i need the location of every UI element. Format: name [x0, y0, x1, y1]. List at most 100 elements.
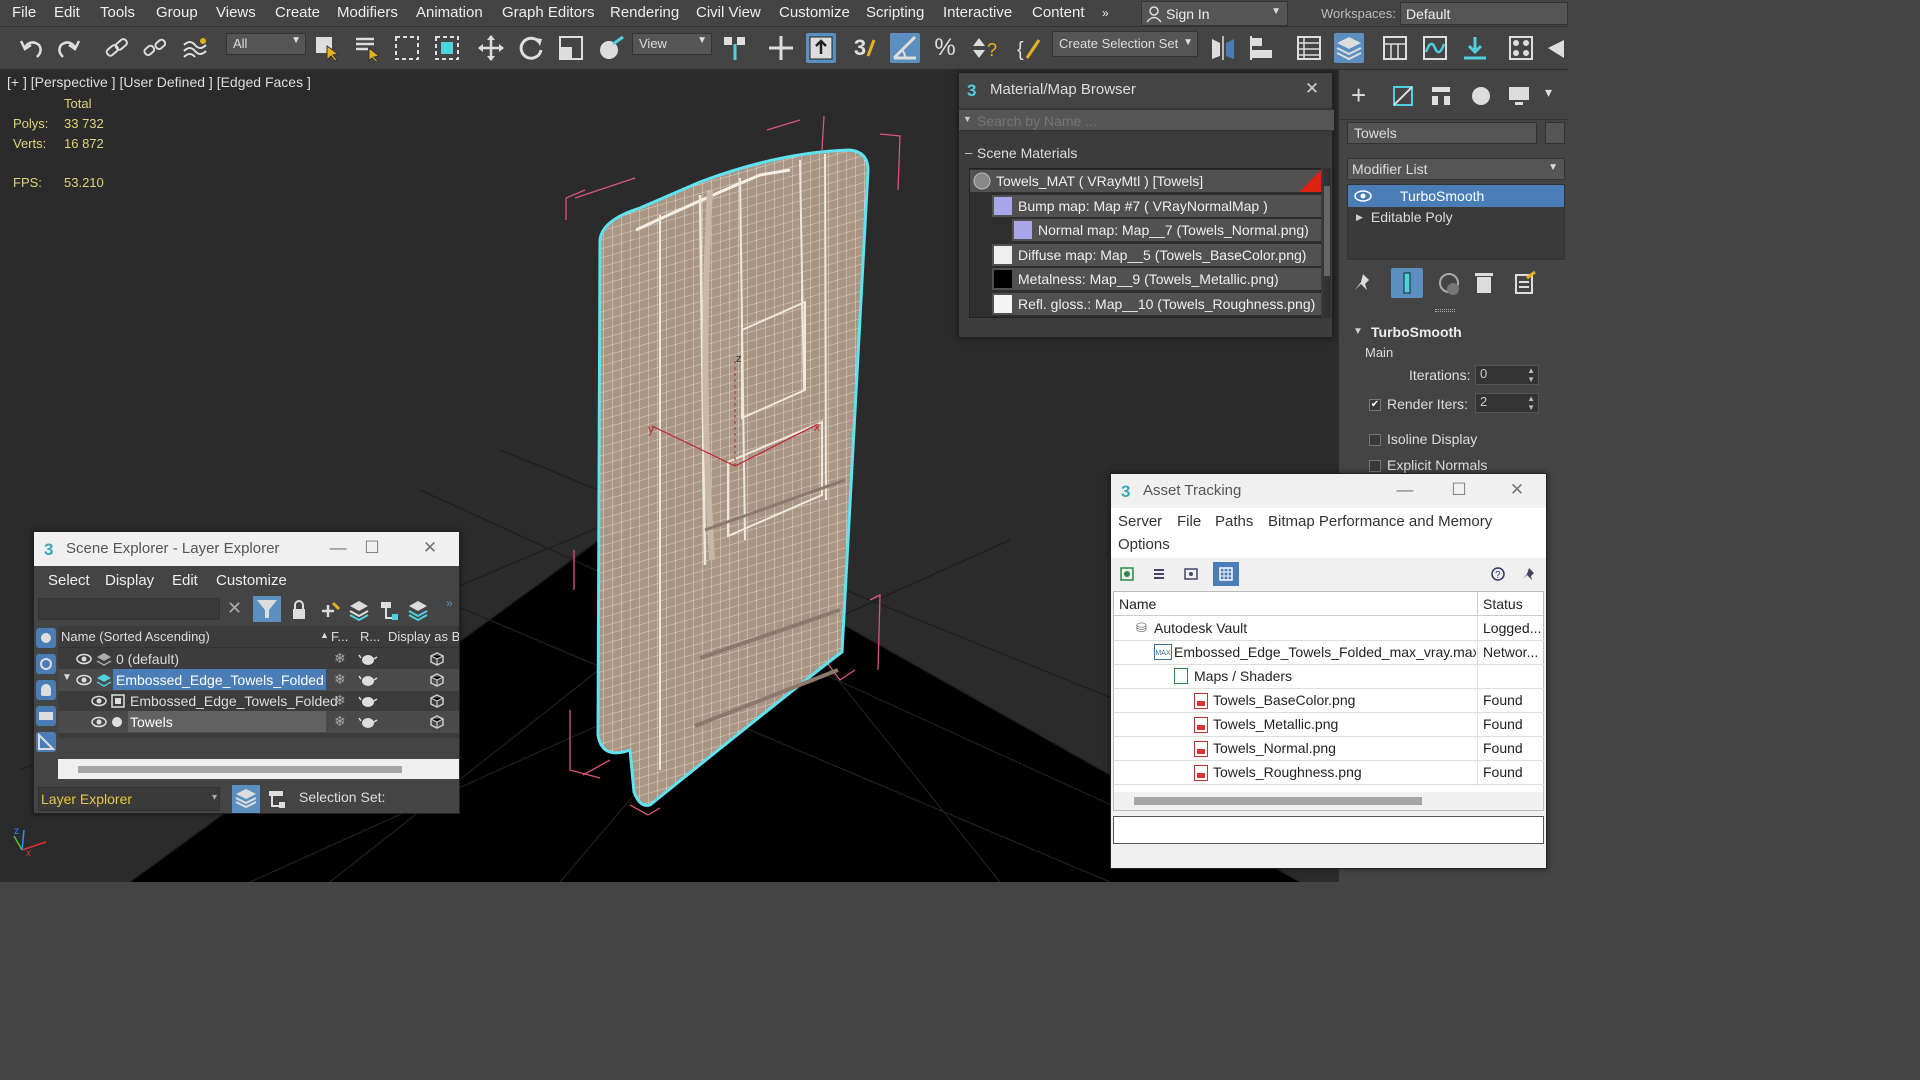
menu-create[interactable]: Create [275, 4, 320, 21]
add-to-layer-icon[interactable] [348, 599, 370, 621]
material-row-towels-mat[interactable]: Towels_MAT ( VRayMtl ) [Towels] [970, 170, 1321, 192]
toggle-layer-explorer-button[interactable] [1334, 33, 1364, 63]
list-view-icon[interactable] [1151, 566, 1167, 582]
scene-explorer-hscrollbar[interactable] [58, 759, 459, 779]
configure-modifier-sets-icon[interactable] [1513, 270, 1537, 296]
at-menu-options[interactable]: Options [1118, 536, 1170, 553]
asset-row-roughness[interactable]: Towels_Roughness.png Found [1114, 761, 1544, 785]
display-geometry-icon[interactable] [36, 628, 56, 648]
snaps-toggle[interactable]: 3 [850, 33, 880, 63]
asset-row-vault[interactable]: ⛁ Autodesk Vault Logged... [1114, 617, 1544, 641]
keyboard-shortcut-toggle[interactable] [806, 33, 836, 63]
display-box-icon[interactable] [429, 672, 445, 688]
curve-editor-button[interactable] [1420, 33, 1450, 63]
menu-edit[interactable]: Edit [54, 4, 80, 21]
menu-overflow[interactable]: » [1102, 6, 1109, 20]
material-search-bar[interactable]: ▼ [959, 109, 1334, 131]
render-iters-checkbox[interactable]: ✔ Render Iters: [1369, 396, 1468, 412]
close-icon[interactable]: ✕ [1502, 480, 1532, 502]
expand-arrow-icon[interactable]: ▼ [62, 672, 72, 683]
make-current-layer-icon[interactable] [378, 599, 400, 621]
map-row-normal[interactable]: Normal map: Map__7 (Towels_Normal.png) [1012, 219, 1321, 241]
freeze-snowflake-icon[interactable]: ❄ [334, 671, 346, 688]
eye-icon[interactable] [91, 695, 107, 707]
stack-item-turbosmooth[interactable]: TurboSmooth [1348, 185, 1564, 207]
clear-search-icon[interactable]: ✕ [227, 598, 242, 619]
menu-tools[interactable]: Tools [100, 4, 135, 21]
pin-stack-icon[interactable] [1353, 272, 1373, 294]
asset-col-name[interactable]: Name [1119, 596, 1156, 612]
asset-tracking-titlebar[interactable]: 3 Asset Tracking — ☐ ✕ [1111, 474, 1546, 508]
render-iters-spinner[interactable]: 2 ▲ ▼ [1475, 393, 1539, 413]
rotate-button[interactable] [516, 33, 546, 63]
material-list-scrollbar[interactable] [1323, 168, 1331, 318]
object-name-field[interactable]: Towels [1347, 122, 1537, 144]
se-menu-select[interactable]: Select [48, 572, 90, 589]
column-render-header[interactable]: R... [360, 629, 380, 644]
se-menu-customize[interactable]: Customize [216, 572, 287, 589]
menu-modifiers[interactable]: Modifiers [337, 4, 398, 21]
explorer-type-dropdown[interactable]: Layer Explorer ▾ [38, 787, 220, 811]
close-icon[interactable]: ✕ [1297, 79, 1327, 101]
asset-row-metallic[interactable]: Towels_Metallic.png Found [1114, 713, 1544, 737]
render-setup-button[interactable] [1544, 33, 1568, 63]
map-row-diffuse[interactable]: Diffuse map: Map__5 (Towels_BaseColor.pn… [992, 244, 1321, 266]
spinner-arrows-icon[interactable]: ▲ ▼ [1527, 366, 1535, 384]
redo-button[interactable] [54, 33, 84, 63]
freeze-snowflake-icon[interactable]: ❄ [334, 650, 346, 667]
close-icon[interactable]: ✕ [415, 538, 445, 560]
scene-explorer-search-input[interactable] [38, 598, 220, 620]
filter-toggle[interactable] [253, 596, 281, 622]
align-button[interactable] [1248, 33, 1278, 63]
menu-animation[interactable]: Animation [416, 4, 483, 21]
material-search-input[interactable] [977, 111, 1327, 130]
menu-civil-view[interactable]: Civil View [696, 4, 761, 21]
toggle-scene-explorer-button[interactable] [1294, 33, 1324, 63]
column-freeze-header[interactable]: F... [331, 629, 348, 644]
delete-modifier-trash-icon[interactable] [1473, 270, 1495, 296]
eye-icon[interactable] [91, 716, 107, 728]
display-box-icon[interactable] [429, 651, 445, 667]
modify-tab-icon[interactable] [1391, 84, 1415, 108]
eye-icon[interactable] [76, 674, 92, 686]
freeze-snowflake-icon[interactable]: ❄ [334, 713, 346, 730]
renderable-teapot-icon[interactable] [358, 715, 378, 729]
angle-snap-toggle[interactable] [890, 33, 920, 63]
expand-icon[interactable]: ▶ [1356, 212, 1363, 223]
se-menu-display[interactable]: Display [105, 572, 154, 589]
isoline-display-checkbox[interactable]: Isoline Display [1369, 431, 1477, 447]
table-view-toggle[interactable] [1213, 562, 1239, 586]
eye-icon[interactable] [1354, 190, 1372, 202]
modifier-list-dropdown[interactable]: Modifier List ▼ [1347, 158, 1565, 180]
select-manipulate-button[interactable] [766, 33, 796, 63]
hierarchy-tab-icon[interactable] [1429, 84, 1453, 108]
se-menu-edit[interactable]: Edit [172, 572, 198, 589]
unlink-button[interactable] [140, 33, 170, 63]
material-browser-titlebar[interactable]: 3 Material/Map Browser ✕ [959, 73, 1332, 107]
show-end-result-toggle[interactable] [1391, 268, 1423, 298]
at-menu-file[interactable]: File [1177, 513, 1201, 530]
placement-button[interactable] [596, 33, 626, 63]
edit-named-selection-button[interactable]: { [1014, 33, 1044, 63]
maximize-icon[interactable]: ☐ [1444, 480, 1474, 502]
selection-filter-dropdown[interactable]: All ▼ [226, 33, 306, 55]
window-crossing-button[interactable] [432, 33, 462, 63]
asset-row-maps-shaders[interactable]: Maps / Shaders [1114, 665, 1544, 689]
create-tab-plus-icon[interactable]: + [1351, 80, 1366, 111]
iterations-spinner[interactable]: 0 ▲ ▼ [1475, 365, 1539, 385]
move-button[interactable] [476, 33, 506, 63]
layer-explorer-mode-toggle[interactable] [232, 785, 260, 813]
menu-file[interactable]: File [12, 4, 36, 21]
menu-rendering[interactable]: Rendering [610, 4, 679, 21]
minimize-icon[interactable]: — [323, 538, 353, 560]
percent-snap-toggle[interactable]: % [930, 33, 960, 63]
renderable-teapot-icon[interactable] [358, 652, 378, 666]
display-shapes-icon[interactable] [36, 654, 56, 674]
display-tab-icon[interactable] [1507, 84, 1531, 108]
menu-interactive[interactable]: Interactive [943, 4, 1012, 21]
eye-icon[interactable] [76, 653, 92, 665]
material-editor-button[interactable] [1506, 33, 1536, 63]
reference-coordinate-dropdown[interactable]: View ▼ [632, 33, 712, 55]
mirror-button[interactable] [1208, 33, 1238, 63]
help-icon[interactable]: ? [1489, 566, 1507, 582]
